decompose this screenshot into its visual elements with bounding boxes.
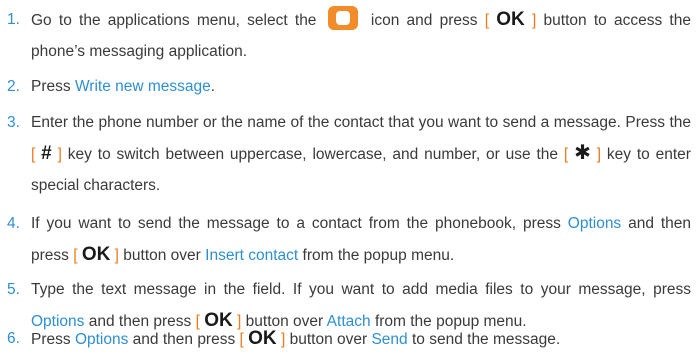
step-text: Press Write new message. bbox=[31, 71, 691, 102]
step-text-part: button over bbox=[289, 331, 368, 348]
step-number: 2. bbox=[7, 78, 20, 95]
menu-options: Options bbox=[74, 331, 129, 348]
menu-write-new-message: Write new message bbox=[74, 78, 211, 95]
step-number: 1. bbox=[7, 11, 20, 28]
step-text-part: to send the message. bbox=[411, 331, 561, 348]
step-text: Go to the applications menu, select the … bbox=[31, 4, 691, 67]
bracket-close: ] bbox=[531, 12, 537, 29]
ok-key: OK bbox=[81, 244, 111, 265]
bracket-open: [ bbox=[484, 12, 490, 29]
step-text-part: Enter the phone number or the name of th… bbox=[31, 114, 691, 131]
ok-key: OK bbox=[248, 328, 277, 349]
bracket-open: [ bbox=[31, 146, 36, 163]
menu-insert-contact: Insert contact bbox=[205, 247, 299, 264]
step-text: Enter the phone number or the name of th… bbox=[31, 107, 691, 201]
step-text-part: Press bbox=[31, 331, 71, 348]
menu-send: Send bbox=[371, 331, 408, 348]
step-text-part: Go to the applications menu, select the bbox=[31, 12, 317, 29]
ok-key: OK bbox=[496, 9, 525, 30]
step-number: 4. bbox=[7, 215, 20, 232]
bracket-close: ] bbox=[114, 247, 119, 264]
bracket-open: [ bbox=[73, 247, 78, 264]
star-key: ✱ bbox=[574, 142, 591, 164]
bracket-open: [ bbox=[239, 331, 244, 348]
instruction-list: 1. Go to the applications menu, select t… bbox=[0, 0, 697, 354]
step-text-part: key to switch between uppercase, lowerca… bbox=[67, 146, 559, 163]
bracket-close: ] bbox=[280, 331, 286, 348]
step-text: If you want to send the message to a con… bbox=[31, 208, 691, 271]
step-text-part: icon and press bbox=[370, 12, 478, 29]
step-text-part: Type the text message in the field. If y… bbox=[31, 281, 691, 298]
bracket-open: [ bbox=[563, 146, 569, 163]
step-text-part: button over bbox=[123, 247, 201, 264]
bracket-close: ] bbox=[57, 146, 62, 163]
step-text-part: from the popup menu. bbox=[302, 247, 455, 264]
step-number: 5. bbox=[7, 281, 20, 298]
step-text-part: and then press bbox=[132, 331, 236, 348]
menu-options: Options bbox=[567, 215, 622, 232]
step-number: 3. bbox=[7, 114, 20, 131]
step-text: Press Options and then press [ OK ] butt… bbox=[31, 323, 691, 355]
step-number: 6. bbox=[7, 330, 20, 347]
hash-key: # bbox=[41, 143, 52, 164]
step-text-part: If you want to send the message to a con… bbox=[31, 215, 561, 232]
step-text-part: . bbox=[210, 78, 216, 95]
step-text-part: Press bbox=[31, 78, 71, 95]
bracket-close: ] bbox=[596, 146, 602, 163]
messaging-app-icon bbox=[327, 6, 358, 30]
